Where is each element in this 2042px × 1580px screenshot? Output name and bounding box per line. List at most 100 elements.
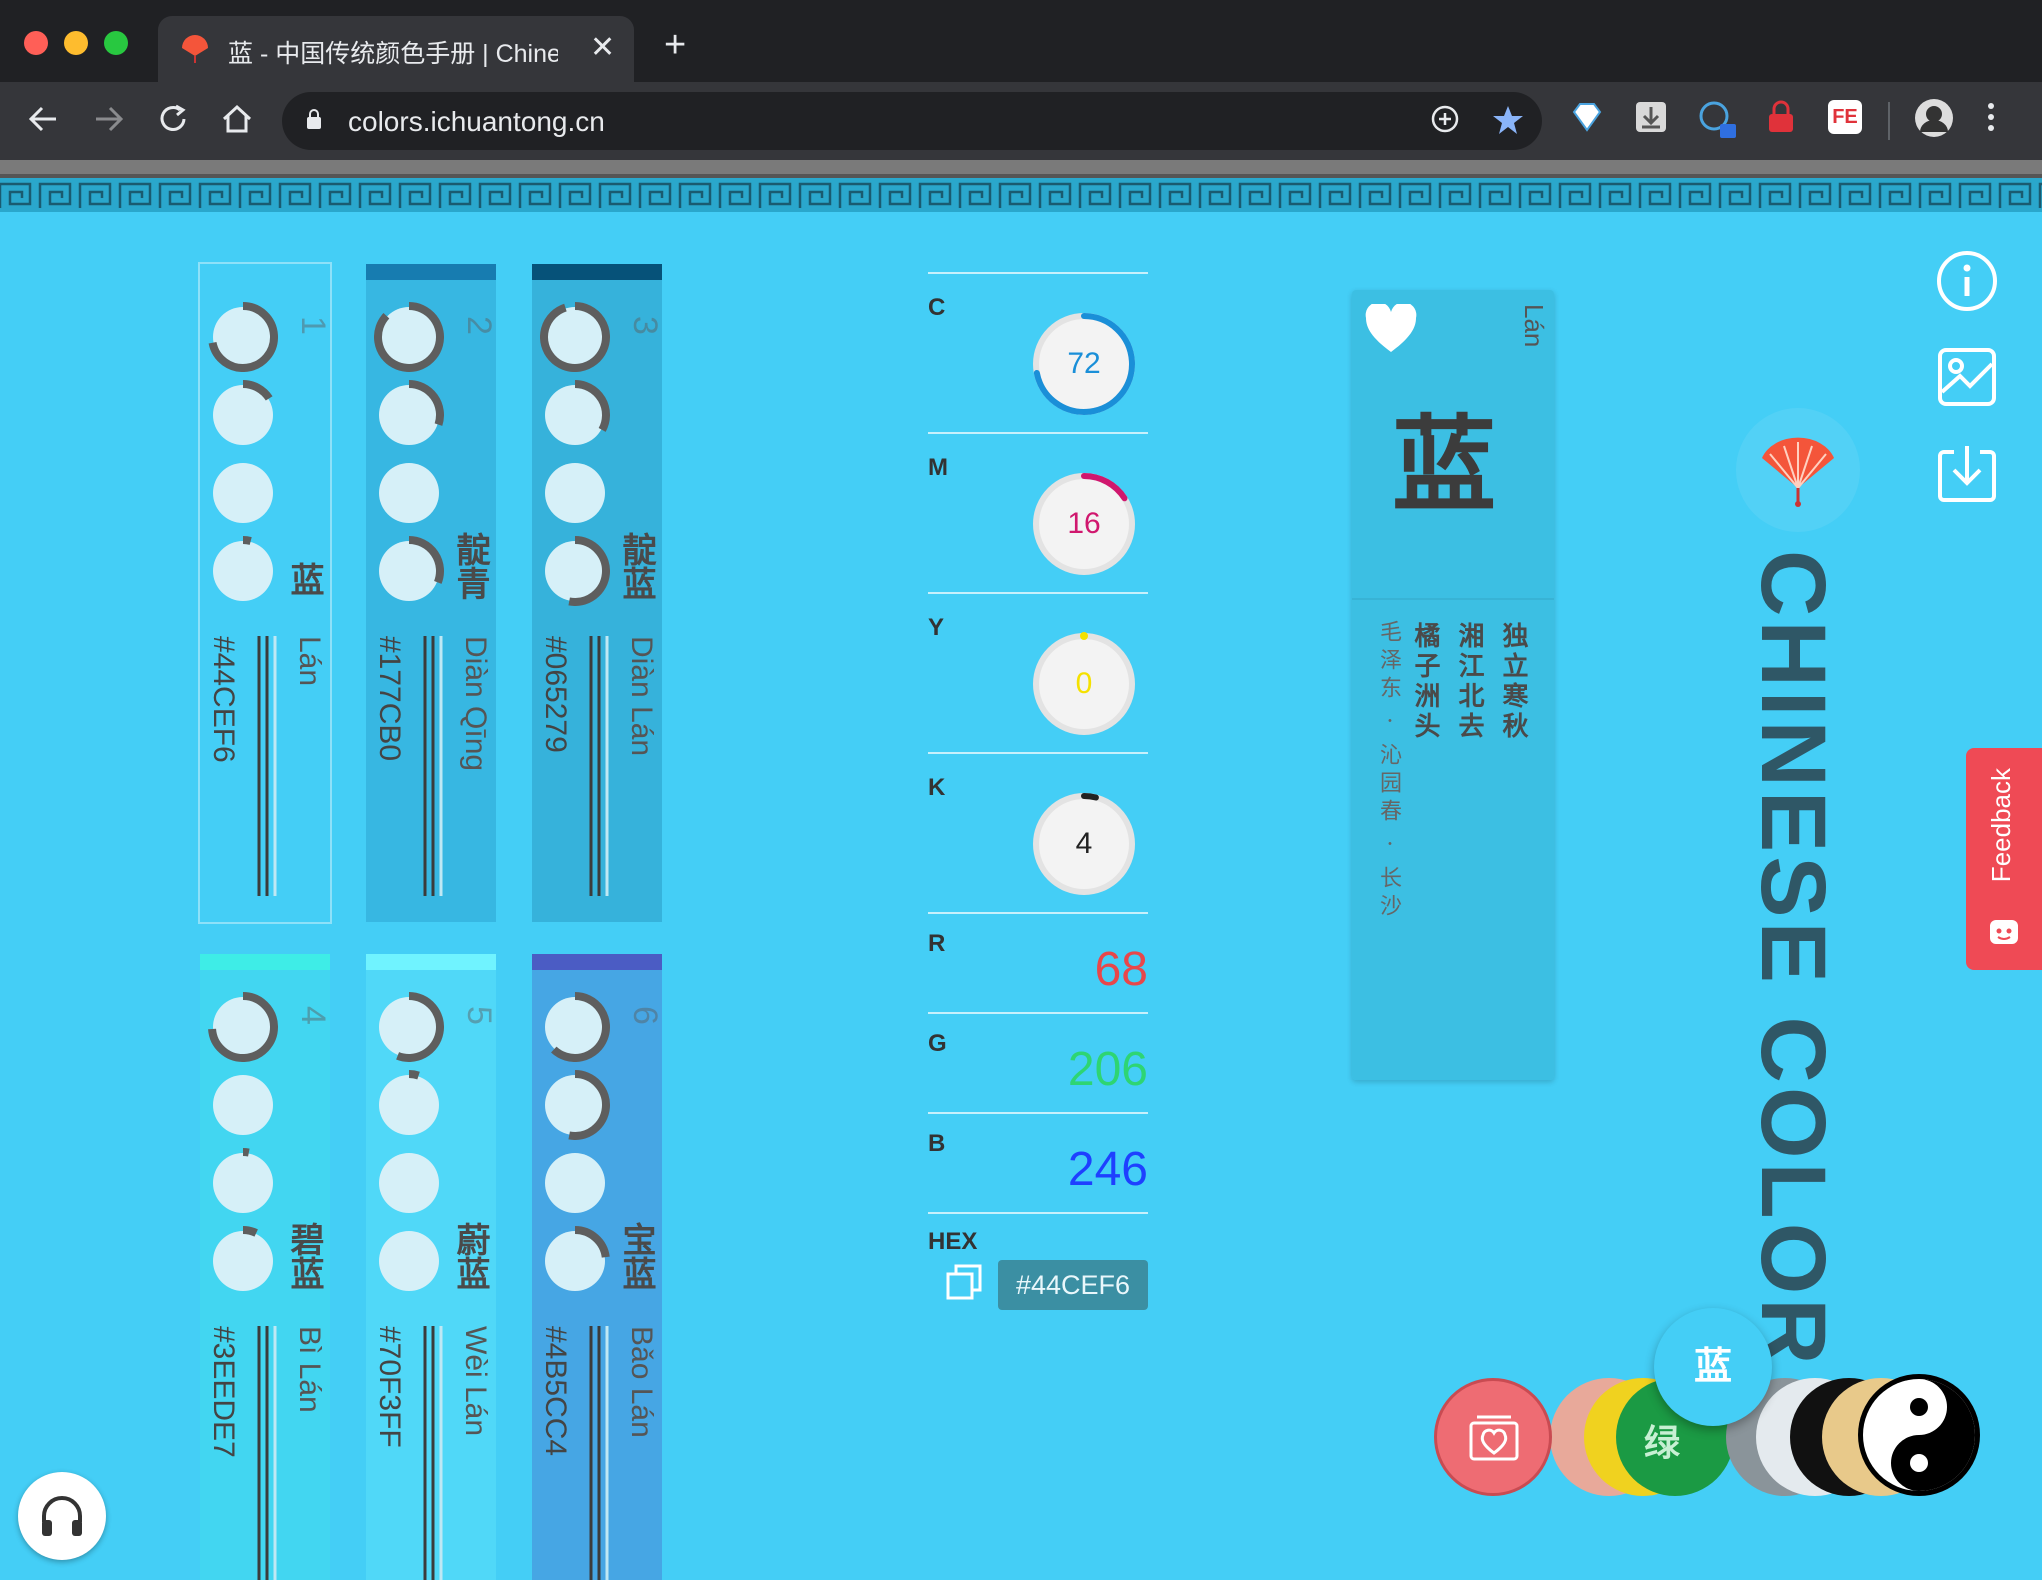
yin-yang-icon[interactable] [1856,1372,1982,1498]
palette-card-hex: #44CEF6 [207,636,240,763]
add-shortcut-icon[interactable] [1430,104,1460,134]
forward-icon[interactable] [92,102,126,136]
current-color-button[interactable]: 蓝 [1654,1308,1772,1426]
reload-icon[interactable] [156,102,190,136]
palette-card[interactable]: 4 碧蓝 #3EEDE7 Bì Lán [200,954,332,1580]
feedback-button[interactable]: Feedback [1966,748,2042,970]
tab-close-icon[interactable]: ✕ [590,30,615,65]
toolbar-divider [1888,102,1890,140]
palette-card-index: 5 [460,1006,499,1025]
more-menu-icon[interactable] [1984,100,1998,134]
palette-card[interactable]: 1 蓝 #44CEF6 Lán [200,264,332,922]
browser-tab[interactable]: 蓝 - 中国传统颜色手册 | Chinese ✕ [158,16,634,82]
palette-card-hex: #4B5CC4 [539,1326,572,1457]
maximize-window-button[interactable] [104,31,128,55]
cyan-row: C 72 [928,272,1148,434]
palette-card[interactable]: 2 靛青 #177CB0 Diàn Qīng [366,264,498,922]
tab-title: 蓝 - 中国传统颜色手册 | Chinese [228,40,558,68]
key-label: K [928,774,946,801]
palette-card-color-bar [200,954,330,970]
palette-card[interactable]: 3 靛蓝 #065279 Diàn Lán [532,264,665,922]
cmyk-ring-icon [213,1226,273,1291]
fe-extension-label: FE [1832,106,1858,128]
music-button[interactable] [18,1472,106,1560]
green-value: 206 [1067,1043,1148,1096]
palette-card-hex: #065279 [539,636,572,753]
green-label: G [928,1030,947,1057]
green-row: G 206 [928,1012,1148,1114]
palette-card[interactable]: 6 宝蓝 #4B5CC4 Bǎo Lán [532,954,664,1580]
translate-extension-icon[interactable] [1698,100,1738,140]
poem-line-3: 橘子洲头 [1411,622,1441,742]
cmyk-ring-icon [545,992,610,1062]
swatch-green-label: 绿 [1644,1422,1681,1463]
image-export-icon[interactable] [1936,346,1998,408]
hex-value-box[interactable]: #44CEF6 [998,1260,1148,1310]
palette-card-color-bar [532,954,662,970]
tab-bar: 蓝 - 中国传统颜色手册 | Chinese ✕ + [0,0,2042,82]
cmyk-ring-icon [208,992,278,1062]
cmyk-ring-icon [540,302,610,372]
bookmark-star-icon[interactable] [1492,104,1524,136]
cmyk-ring-icon [379,1231,439,1291]
palette-card-name: 靛青 [451,532,489,600]
address-bar[interactable]: colors.ichuantong.cn [282,92,1542,150]
palette-card-name: 宝蓝 [617,1222,655,1290]
cmyk-ring-icon [379,536,444,601]
magenta-value: 16 [1067,507,1101,540]
hex-row: HEX [928,1212,1148,1255]
poem-line-2: 湘江北去 [1455,622,1485,742]
detail-separator [1352,598,1554,600]
blue-row: B 246 [928,1112,1148,1214]
favorites-button[interactable] [1434,1378,1552,1496]
palette-card-color-bar [532,264,662,280]
site-title: CHINESE COLOR [1742,550,1844,1369]
info-icon[interactable] [1936,250,1998,312]
heart-icon[interactable] [1364,304,1418,354]
diamond-extension-icon[interactable] [1570,100,1604,134]
fret-border-pattern [0,160,2042,212]
minimize-window-button[interactable] [64,31,88,55]
fe-extension-icon[interactable]: FE [1828,100,1862,134]
cyan-value: 72 [1067,347,1101,380]
rgb-bars-icon [589,1326,609,1580]
close-window-button[interactable] [24,31,48,55]
cmyk-ring-icon [208,302,278,372]
copy-icon[interactable] [944,1262,984,1302]
rgb-bars-icon [589,636,609,896]
palette-card-name: 蔚蓝 [451,1222,489,1290]
cmyk-ring-icon [213,1075,273,1135]
feedback-label: Feedback [1986,768,2016,883]
palette-card[interactable]: 5 蔚蓝 #70F3FF Wèi Lán [366,954,499,1580]
rgb-bars-icon [257,636,277,896]
palette-card-index: 3 [626,316,665,335]
url-text: colors.ichuantong.cn [348,106,605,137]
logo-badge [1736,408,1860,532]
palette-card-pinyin: Diàn Qīng [459,636,492,772]
download-icon[interactable] [1936,442,1998,504]
key-row: K 4 [928,752,1148,914]
rgb-bars-icon [423,1326,443,1580]
download-extension-icon[interactable] [1634,100,1668,134]
cmyk-ring-icon [545,1226,610,1291]
cmyk-ring-icon [379,992,444,1062]
palette-card-hex: #70F3FF [373,1326,406,1448]
back-icon[interactable] [26,102,60,136]
poem-author: 毛泽东 · 沁园春 · 长沙 [1376,620,1401,922]
cmyk-ring-icon [374,302,444,372]
detail-pinyin: Lán [1519,304,1549,348]
palette-card-pinyin: Lán [293,636,326,687]
cmyk-ring-icon [213,1148,273,1213]
home-icon[interactable] [220,102,254,136]
palette-card-pinyin: Bì Lán [293,1326,326,1413]
palette-card-pinyin: Wèi Lán [459,1326,492,1437]
detail-character: 蓝 [1392,403,1497,526]
poem-line-1: 独立寒秋 [1499,622,1529,742]
cmyk-ring-icon [545,1153,605,1213]
lock-icon [307,109,321,129]
password-lock-extension-icon[interactable] [1764,100,1798,134]
cmyk-ring-icon [213,380,273,445]
page-content: 1 蓝 #44CEF6 Lán 2 靛青 #177CB0 Diàn Qīng 3 靛蓝 #06527… [0,160,2042,1580]
new-tab-button[interactable]: + [664,26,686,64]
profile-avatar-icon[interactable] [1914,98,1954,138]
